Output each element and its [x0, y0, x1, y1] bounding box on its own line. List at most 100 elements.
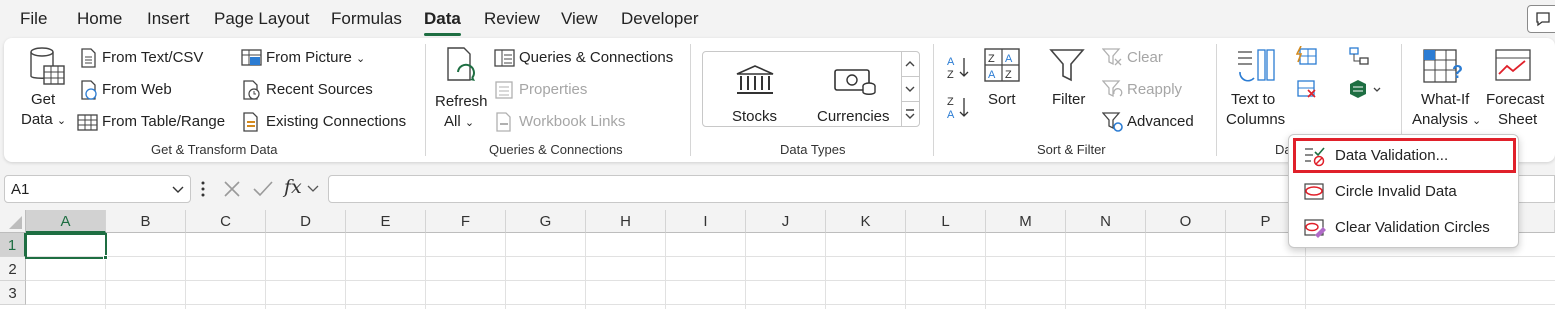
fill-handle[interactable]: [103, 255, 108, 260]
menu-insert[interactable]: Insert: [147, 9, 190, 29]
cancel-icon[interactable]: [222, 179, 242, 199]
gridline-vertical: [505, 233, 506, 309]
forecast-sheet-button[interactable]: Sheet: [1498, 111, 1537, 128]
text-to-columns-label-1[interactable]: Text to: [1231, 91, 1275, 108]
workbook-links-button[interactable]: Workbook Links: [519, 113, 625, 130]
column-header[interactable]: H: [586, 210, 666, 233]
sort-button[interactable]: Sort: [988, 91, 1016, 108]
column-header[interactable]: E: [346, 210, 426, 233]
filter-button[interactable]: Filter: [1052, 91, 1085, 108]
menu-review[interactable]: Review: [484, 9, 540, 29]
from-table-range-button[interactable]: From Table/Range: [102, 113, 225, 130]
active-cell[interactable]: [25, 233, 107, 259]
get-data-button[interactable]: Data ⌄: [21, 111, 66, 128]
column-header[interactable]: K: [826, 210, 906, 233]
enter-check-icon[interactable]: [252, 179, 274, 199]
picture-table-icon: [241, 49, 262, 66]
gridline-vertical: [665, 233, 666, 309]
chevron-down-icon: [172, 186, 184, 193]
data-model-icon: [1350, 80, 1381, 98]
table-icon: [77, 114, 98, 131]
existing-connections-button[interactable]: Existing Connections: [266, 113, 406, 130]
group-separator: [425, 44, 426, 156]
column-header[interactable]: O: [1146, 210, 1226, 233]
menu-item-circle-invalid-data[interactable]: Circle Invalid Data: [1289, 175, 1518, 209]
menu-view[interactable]: View: [561, 9, 598, 29]
menu-item-clear-validation-circles[interactable]: Clear Validation Circles: [1289, 211, 1518, 245]
column-header[interactable]: A: [26, 210, 106, 233]
menu-file[interactable]: File: [20, 9, 47, 29]
gallery-scroll-down[interactable]: [901, 77, 919, 102]
svg-text:A: A: [947, 109, 955, 121]
menu-developer[interactable]: Developer: [621, 9, 699, 29]
insert-function-button[interactable]: fx: [284, 176, 302, 198]
select-all-corner[interactable]: [0, 210, 26, 233]
what-if-analysis-button[interactable]: Analysis ⌄: [1412, 111, 1481, 128]
what-if-analysis-icon: ?: [1423, 49, 1463, 83]
chevron-down-icon: ⌄: [464, 117, 475, 129]
queries-connections-button[interactable]: Queries & Connections: [519, 49, 673, 66]
sort-z-to-a-icon: ZA: [947, 96, 969, 121]
gridline-vertical: [745, 233, 746, 309]
text-to-columns-button[interactable]: Columns: [1226, 111, 1285, 128]
from-web-button[interactable]: From Web: [102, 81, 172, 98]
menu-data[interactable]: Data: [424, 9, 461, 29]
menu-home[interactable]: Home: [77, 9, 122, 29]
gridline-vertical: [825, 233, 826, 309]
clear-circles-icon: [1304, 219, 1326, 238]
forecast-label-1[interactable]: Forecast: [1486, 91, 1544, 108]
gallery-more[interactable]: [901, 102, 919, 127]
group-separator: [1216, 44, 1217, 156]
menu-item-label: Clear Validation Circles: [1335, 219, 1490, 236]
web-page-icon: [81, 80, 97, 100]
column-header[interactable]: I: [666, 210, 746, 233]
gridline-horizontal: [26, 280, 1555, 281]
row-header[interactable]: 1: [0, 233, 26, 257]
column-header[interactable]: C: [186, 210, 266, 233]
column-header[interactable]: G: [506, 210, 586, 233]
refresh-label-1[interactable]: Refresh: [435, 93, 488, 110]
properties-button[interactable]: Properties: [519, 81, 587, 98]
remove-duplicates-icon: [1297, 80, 1316, 98]
sort-a-to-z-icon: AZ: [947, 56, 969, 81]
circle-invalid-icon: [1304, 183, 1324, 200]
relationships-icon: [1349, 47, 1369, 65]
sort-dialog-icon: Z AA Z: [984, 48, 1020, 82]
advanced-button[interactable]: Advanced: [1127, 113, 1194, 130]
chevron-up-icon: [905, 61, 915, 67]
svg-text:Z: Z: [1005, 69, 1012, 81]
row-header[interactable]: 3: [0, 281, 26, 305]
currencies-button[interactable]: Currencies: [817, 108, 890, 125]
properties-icon: [495, 81, 513, 99]
refresh-all-button[interactable]: All ⌄: [444, 113, 474, 130]
group-label-get-transform: Get & Transform Data: [151, 142, 278, 157]
svg-text:Z: Z: [947, 96, 954, 108]
column-header[interactable]: N: [1066, 210, 1146, 233]
from-text-csv-button[interactable]: From Text/CSV: [102, 49, 203, 66]
menu-formulas[interactable]: Formulas: [331, 9, 402, 29]
gridline-vertical: [1145, 233, 1146, 309]
stocks-button[interactable]: Stocks: [732, 108, 777, 125]
gallery-scroll-up[interactable]: [901, 52, 919, 77]
gridline-horizontal: [26, 256, 1555, 257]
queries-connections-icon: [494, 49, 515, 67]
menu-page-layout[interactable]: Page Layout: [214, 9, 309, 29]
recent-sources-button[interactable]: Recent Sources: [266, 81, 373, 98]
what-if-label-1[interactable]: What-If: [1421, 91, 1469, 108]
menu-item-label: Circle Invalid Data: [1335, 183, 1457, 200]
from-picture-button[interactable]: From Picture ⌄: [266, 49, 365, 66]
column-header[interactable]: D: [266, 210, 346, 233]
column-header[interactable]: M: [986, 210, 1066, 233]
more-options-icon[interactable]: [200, 180, 206, 198]
row-header[interactable]: 2: [0, 257, 26, 281]
column-header[interactable]: L: [906, 210, 986, 233]
get-data-label-1[interactable]: Get: [31, 91, 55, 108]
column-header[interactable]: B: [106, 210, 186, 233]
reapply-button[interactable]: Reapply: [1127, 81, 1182, 98]
clear-button[interactable]: Clear: [1127, 49, 1163, 66]
column-header[interactable]: F: [426, 210, 506, 233]
gridline-vertical: [905, 233, 906, 309]
name-box[interactable]: A1: [4, 175, 191, 203]
column-header[interactable]: J: [746, 210, 826, 233]
comments-button[interactable]: [1527, 5, 1555, 33]
